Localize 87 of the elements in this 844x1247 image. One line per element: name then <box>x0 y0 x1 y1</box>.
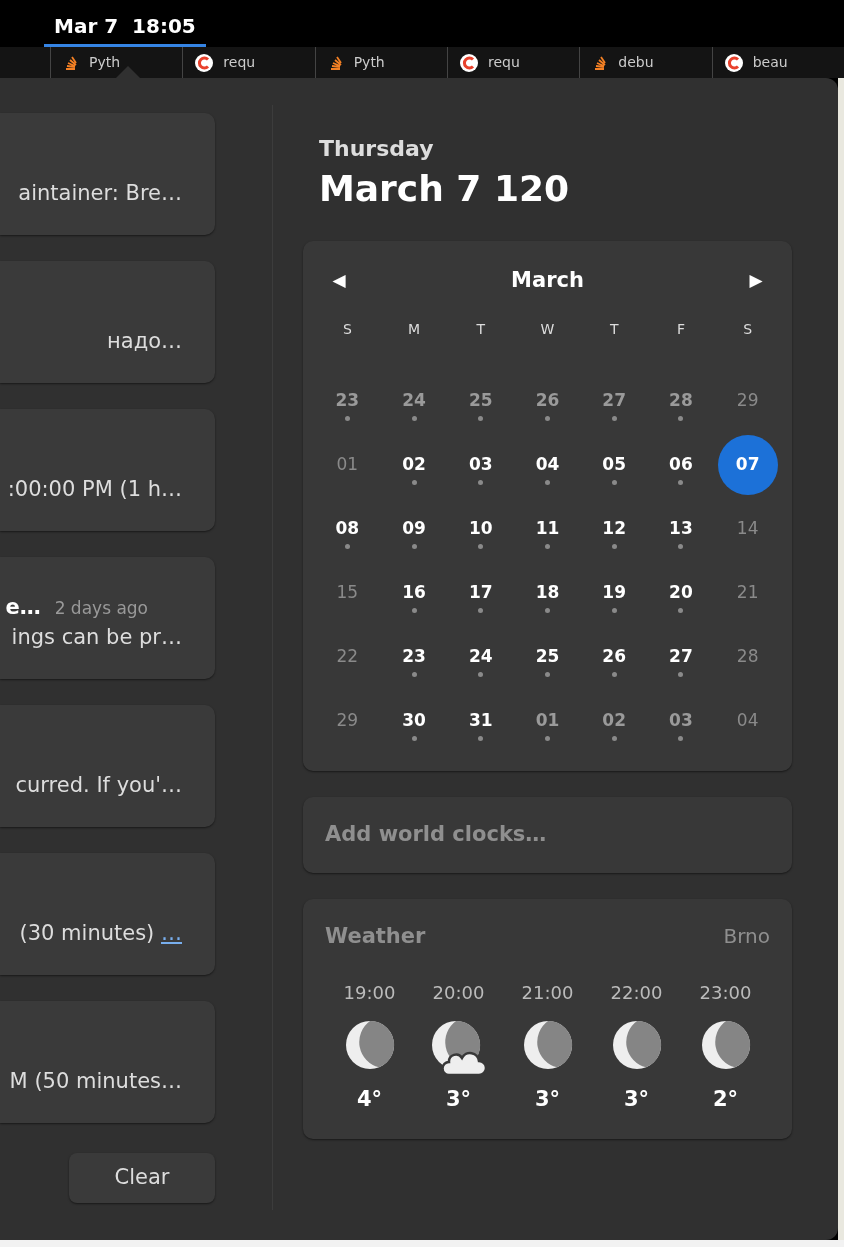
moon-icon <box>522 1019 573 1070</box>
date-heading: March 7 120 <box>319 167 571 211</box>
calendar-day[interactable]: 04 <box>517 435 578 495</box>
notification-title: e… <box>5 593 41 621</box>
calendar-day[interactable]: 25 <box>517 627 578 687</box>
weekday-header: M <box>407 320 422 339</box>
previous-month-button[interactable]: ◀ <box>314 253 364 309</box>
calendar-day[interactable]: 11 <box>517 499 578 559</box>
stack-icon <box>592 54 609 71</box>
moon-icon <box>611 1019 662 1070</box>
ring-logo-icon <box>460 53 478 72</box>
notification-body: (30 minutes) … <box>19 920 182 947</box>
weekday-header: S <box>742 320 754 339</box>
temperature-label: 2° <box>712 1085 739 1113</box>
weekday-header: T <box>475 320 487 339</box>
calendar-day[interactable]: 01 <box>517 691 578 751</box>
temperature-label: 3° <box>623 1085 650 1113</box>
calendar-day[interactable]: 30 <box>384 691 445 751</box>
calendar-day[interactable]: 31 <box>450 691 511 751</box>
calendar-day[interactable]: 25 <box>450 371 511 431</box>
weekday-header: W <box>539 320 556 339</box>
forecast-time: 19:00 <box>343 980 396 1005</box>
notification-body: ings can be pr… <box>11 624 182 651</box>
calendar-day[interactable]: 03 <box>450 435 511 495</box>
calendar-day[interactable]: 07 <box>717 435 778 495</box>
calendar-day[interactable]: 28 <box>650 371 711 431</box>
calendar-day[interactable]: 10 <box>450 499 511 559</box>
calendar-day[interactable]: 26 <box>517 371 578 431</box>
ring-logo-icon <box>195 53 214 72</box>
forecast-time: 20:00 <box>432 980 485 1005</box>
weekday-label: Thursday <box>319 135 435 163</box>
temperature-label: 3° <box>534 1085 561 1113</box>
notification-card[interactable]: (30 minutes) … <box>0 853 215 975</box>
more-link[interactable]: … <box>161 921 182 945</box>
calendar-day[interactable]: 23 <box>384 627 445 687</box>
notification-card[interactable]: aintainer: Bre… <box>0 113 215 235</box>
forecast-time: 22:00 <box>610 980 663 1005</box>
calendar-day[interactable]: 20 <box>650 563 711 623</box>
next-month-button[interactable]: ▶ <box>731 253 781 309</box>
weather-title: Weather <box>325 923 426 950</box>
calendar-day[interactable]: 18 <box>517 563 578 623</box>
moon-icon <box>700 1019 751 1070</box>
weekday-header: S <box>341 320 353 339</box>
forecast-time: 21:00 <box>521 980 574 1005</box>
calendar-day[interactable]: 02 <box>584 691 645 751</box>
temperature-label: 3° <box>445 1085 472 1113</box>
ring-logo-icon <box>724 53 743 72</box>
notification-body: aintainer: Bre… <box>18 180 182 207</box>
calendar-day[interactable]: 23 <box>317 371 378 431</box>
temperature-label: 4° <box>356 1085 383 1113</box>
notification-card[interactable]: надо… <box>0 261 215 383</box>
moon-cloud-icon <box>430 1019 487 1076</box>
clear-button[interactable]: Clear <box>69 1153 215 1203</box>
calendar-day[interactable]: 27 <box>650 627 711 687</box>
moon-icon <box>344 1019 395 1070</box>
weather-card[interactable]: Weather Brno 19:00 4° 20:00 3° 21:00 3° 22:00 3° 23:00 2° <box>303 899 792 1139</box>
notification-body: M (50 minutes… <box>9 1068 182 1095</box>
notification-body: :00:00 PM (1 h… <box>7 476 182 503</box>
notification-card[interactable]: curred. If you'… <box>0 705 215 827</box>
calendar-day[interactable]: 13 <box>650 499 711 559</box>
calendar-day[interactable]: 03 <box>650 691 711 751</box>
calendar-day[interactable]: 16 <box>384 563 445 623</box>
calendar-day[interactable]: 06 <box>650 435 711 495</box>
notification-card[interactable]: :00:00 PM (1 h… <box>0 409 215 531</box>
notification-body: curred. If you'… <box>15 772 182 799</box>
notification-body: надо… <box>107 328 182 355</box>
notification-time: 2 days ago <box>54 596 148 620</box>
calendar-day[interactable]: 08 <box>317 499 378 559</box>
notification-card[interactable]: M (50 minutes… <box>0 1001 215 1123</box>
weekday-header: T <box>608 320 620 339</box>
calendar-day[interactable]: 12 <box>584 499 645 559</box>
calendar-day[interactable]: 27 <box>584 371 645 431</box>
calendar-day[interactable]: 19 <box>584 563 645 623</box>
location-label: Brno <box>723 923 770 950</box>
calendar-day[interactable]: 24 <box>384 371 445 431</box>
notification-card[interactable]: e… 2 days ago ings can be pr… <box>0 557 215 679</box>
world-clocks-button[interactable]: Add world clocks… <box>303 797 792 873</box>
calendar-day[interactable]: 02 <box>384 435 445 495</box>
forecast-time: 23:00 <box>699 980 752 1005</box>
calendar-day[interactable]: 09 <box>384 499 445 559</box>
calendar-day[interactable]: 05 <box>584 435 645 495</box>
stack-icon <box>63 54 79 71</box>
calendar-day[interactable]: 24 <box>450 627 511 687</box>
calendar-day[interactable]: 26 <box>584 627 645 687</box>
calendar-day[interactable]: 17 <box>450 563 511 623</box>
month-label: March <box>511 267 584 295</box>
weekday-header: F <box>675 320 686 339</box>
